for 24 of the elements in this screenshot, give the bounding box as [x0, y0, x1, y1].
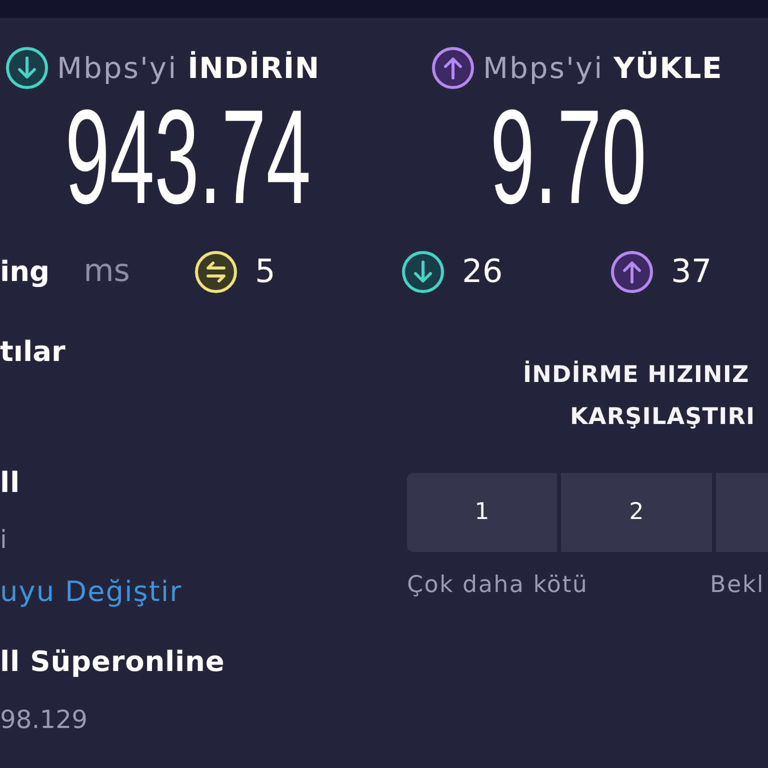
- scale-label: Bekl: [710, 572, 764, 597]
- connection-detail: 98.129: [0, 704, 88, 736]
- latency-value: 5: [255, 252, 276, 291]
- change-server-link[interactable]: uyu Değiştir: [0, 576, 182, 608]
- latency-value: 37: [671, 252, 712, 291]
- swap-arrows-icon: [195, 250, 237, 293]
- rating-heading: KARŞILAŞTIRI: [570, 402, 756, 432]
- scale-label: Çok daha kötü: [407, 572, 588, 597]
- result-label: İNDİRİN: [188, 54, 320, 82]
- ping-label: ing: [0, 254, 50, 288]
- speed-value: 943.74: [65, 83, 311, 233]
- rating-button[interactable]: 1: [407, 472, 557, 552]
- ping-unit: ms: [84, 253, 130, 290]
- latency-value: 26: [462, 252, 503, 291]
- unit-label: Mbps'yi: [483, 54, 604, 82]
- connection-detail: i: [0, 524, 7, 556]
- rating-heading: İNDİRME HIZINIZ: [523, 360, 750, 390]
- unit-label: Mbps'yi: [57, 54, 178, 82]
- connection-name: ll: [0, 466, 20, 499]
- rating-button[interactable]: 2: [561, 472, 712, 552]
- connection-name: ll Süperonline: [0, 646, 225, 678]
- result-label: YÜKLE: [614, 54, 722, 82]
- speed-value: 9.70: [490, 83, 646, 233]
- section-title: tılar: [0, 336, 66, 368]
